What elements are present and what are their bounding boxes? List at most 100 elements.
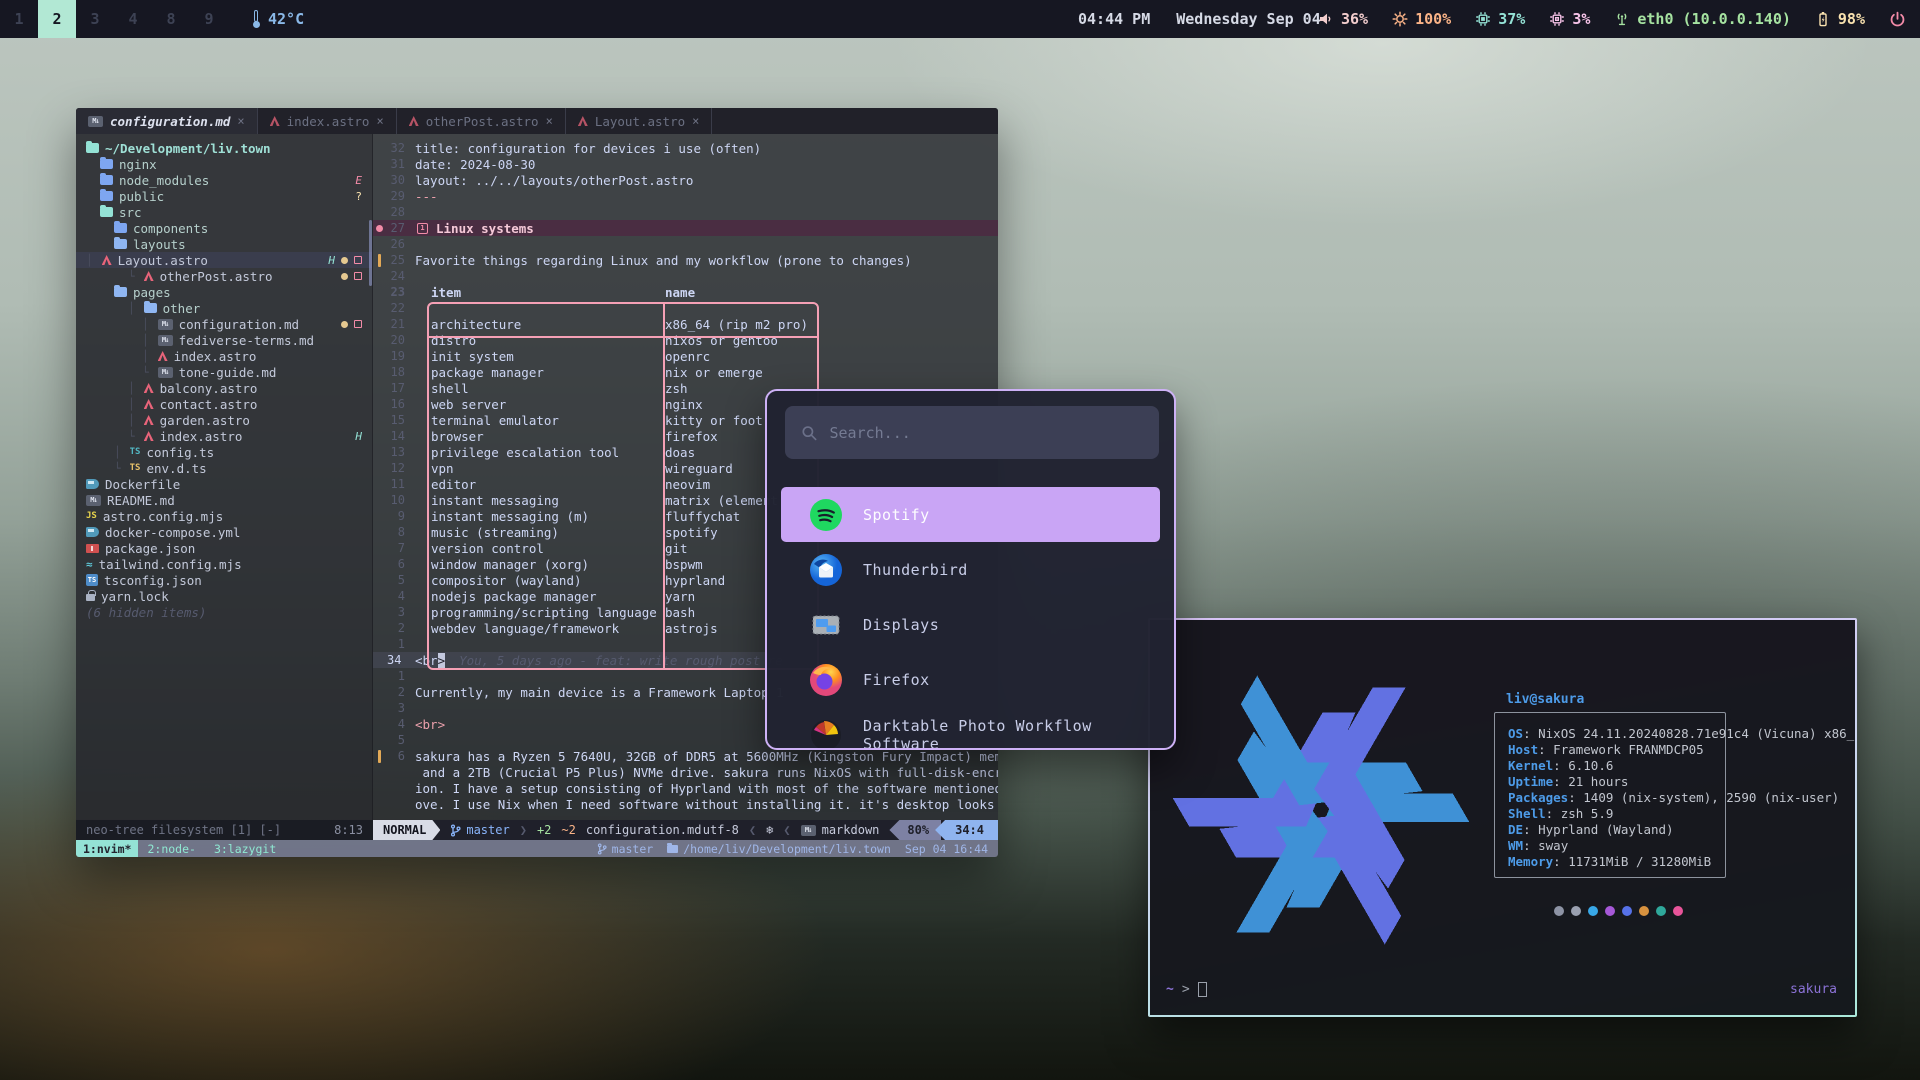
- memory-widget[interactable]: 3%: [1549, 10, 1590, 28]
- workspace-9[interactable]: 9: [190, 0, 228, 38]
- network-widget[interactable]: eth0 (10.0.0.140): [1614, 10, 1791, 28]
- tree-item-balcony-astro[interactable]: balcony.astro: [86, 380, 366, 396]
- workspace-3[interactable]: 3: [76, 0, 114, 38]
- editor-wrapped-line[interactable]: ion. I have a setup consisting of Hyprla…: [373, 780, 998, 796]
- workspace-8[interactable]: 8: [152, 0, 190, 38]
- editor-wrapped-line[interactable]: and a 2TB (Crucial P5 Plus) NVMe drive. …: [373, 764, 998, 780]
- editor-line[interactable]: 31date: 2024-08-30: [373, 156, 998, 172]
- app-label: Darktable Photo Workflow Software: [863, 717, 1160, 749]
- tmux-window-nvim[interactable]: 1:nvim*: [76, 840, 138, 857]
- tmux-window-lazygit[interactable]: 3:lazygit: [205, 842, 285, 856]
- tree-item-index-astro-other[interactable]: index.astro: [86, 348, 366, 364]
- line-text: ove. I use Nix when I need software with…: [415, 797, 998, 812]
- table-row[interactable]: 21architecturex86_64 (rip m2 pro): [373, 316, 998, 332]
- markdown-heading-line[interactable]: 27Linux systems: [373, 220, 998, 236]
- tree-item-node-modules[interactable]: node_modulesE: [86, 172, 366, 188]
- cpu-value: 37%: [1498, 10, 1525, 28]
- tree-scrollbar[interactable]: [369, 220, 372, 286]
- tree-item-public[interactable]: public?: [86, 188, 366, 204]
- tree-item-docker-compose-yml[interactable]: docker-compose.yml: [86, 524, 366, 540]
- tree-item-garden-astro[interactable]: garden.astro: [86, 412, 366, 428]
- tree-item-yarn-lock[interactable]: yarn.lock: [86, 588, 366, 604]
- cpu-widget[interactable]: 37%: [1475, 10, 1525, 28]
- tree-item-layouts[interactable]: layouts: [86, 236, 366, 252]
- table-row[interactable]: 18package managernix or emerge: [373, 364, 998, 380]
- close-icon[interactable]: ×: [237, 114, 244, 128]
- astro-icon: [270, 116, 280, 126]
- table-row[interactable]: 19init systemopenrc: [373, 348, 998, 364]
- tree-item-package-json[interactable]: package.json: [86, 540, 366, 556]
- tree-item-configuration-md[interactable]: configuration.md: [86, 316, 366, 332]
- tab-configuration-md[interactable]: configuration.md ×: [76, 108, 258, 134]
- workspace-4[interactable]: 4: [114, 0, 152, 38]
- tree-item-src[interactable]: src: [86, 204, 366, 220]
- volume-widget[interactable]: 36%: [1318, 10, 1368, 28]
- close-icon[interactable]: ×: [692, 114, 699, 128]
- battery-widget[interactable]: 98%: [1815, 10, 1865, 28]
- workspace-2-active[interactable]: 2: [38, 0, 76, 38]
- markdown-icon: [158, 367, 173, 378]
- tab-index-astro[interactable]: index.astro ×: [258, 108, 397, 134]
- table-header-line[interactable]: 23itemname: [373, 284, 998, 300]
- table-cell-name: openrc: [649, 349, 710, 364]
- line-number: 15: [385, 413, 415, 427]
- tree-item-tsconfig-json[interactable]: TStsconfig.json: [86, 572, 366, 588]
- tree-item-tone-guide-md[interactable]: tone-guide.md: [86, 364, 366, 380]
- editor-wrapped-line[interactable]: ove. I use Nix when I need software with…: [373, 796, 998, 812]
- table-cell-item: window manager (xorg): [415, 557, 649, 572]
- line-text: Favorite things regarding Linux and my w…: [415, 253, 912, 268]
- tmux-window-node[interactable]: 2:node-: [138, 842, 204, 856]
- nix-os-icon: ❄: [766, 823, 773, 837]
- tab-layout-astro[interactable]: Layout.astro ×: [566, 108, 713, 134]
- tab-otherpost-astro[interactable]: otherPost.astro ×: [397, 108, 566, 134]
- tree-item-astro-config-mjs[interactable]: JSastro.config.mjs: [86, 508, 366, 524]
- tree-item-layout-astro[interactable]: Layout.astroH: [76, 252, 372, 268]
- table-cell-name: bspwm: [649, 557, 703, 572]
- markdown-icon: [158, 335, 173, 346]
- table-row[interactable]: 20distronixos or gentoo: [373, 332, 998, 348]
- table-cell-item: web server: [415, 397, 649, 412]
- tree-item-env-d-ts[interactable]: TSenv.d.ts: [86, 460, 366, 476]
- editor-line[interactable]: 28: [373, 204, 998, 220]
- editor-line[interactable]: 25Favorite things regarding Linux and my…: [373, 252, 998, 268]
- editor-line[interactable]: 6sakura has a Ryzen 5 7640U, 32GB of DDR…: [373, 748, 998, 764]
- close-icon[interactable]: ×: [376, 114, 383, 128]
- editor-line[interactable]: 32title: configuration for devices i use…: [373, 140, 998, 156]
- editor-line[interactable]: 29---: [373, 188, 998, 204]
- brightness-widget[interactable]: 100%: [1392, 10, 1451, 28]
- tree-item-dockerfile[interactable]: Dockerfile: [86, 476, 366, 492]
- tree-item-contact-astro[interactable]: contact.astro: [86, 396, 366, 412]
- tree-item-components[interactable]: components: [86, 220, 366, 236]
- line-number: 4: [385, 717, 415, 731]
- tree-item-fediverse-terms-md[interactable]: fediverse-terms.md: [86, 332, 366, 348]
- app-item-spotify[interactable]: Spotify: [781, 487, 1160, 542]
- tree-item-other[interactable]: other: [86, 300, 366, 316]
- lock-icon: [86, 594, 95, 601]
- tree-item-readme-md[interactable]: README.md: [86, 492, 366, 508]
- table-separator-line: 22: [373, 300, 998, 316]
- tree-item-index-astro-pages[interactable]: index.astroH: [86, 428, 366, 444]
- editor-line[interactable]: 30layout: ../../layouts/otherPost.astro: [373, 172, 998, 188]
- search-input[interactable]: [830, 424, 1144, 442]
- tree-item-tailwind-config-mjs[interactable]: ≈tailwind.config.mjs: [86, 556, 366, 572]
- app-item-firefox[interactable]: Firefox: [781, 652, 1160, 707]
- launcher-search-box[interactable]: [785, 406, 1159, 459]
- folder-icon: [100, 175, 113, 185]
- power-button[interactable]: [1889, 11, 1906, 28]
- app-item-displays[interactable]: Displays: [781, 597, 1160, 652]
- tree-item-config-ts[interactable]: TSconfig.ts: [86, 444, 366, 460]
- app-item-darktable[interactable]: Darktable Photo Workflow Software: [781, 707, 1160, 748]
- tree-item-nginx[interactable]: nginx: [86, 156, 366, 172]
- editor-line[interactable]: 26: [373, 236, 998, 252]
- heading-text: Linux systems: [436, 221, 534, 236]
- tree-item-root[interactable]: ~/Development/liv.town: [86, 140, 366, 156]
- tree-item-pages[interactable]: pages: [86, 284, 366, 300]
- workspace-1[interactable]: 1: [0, 0, 38, 38]
- close-icon[interactable]: ×: [546, 114, 553, 128]
- app-item-thunderbird[interactable]: Thunderbird: [781, 542, 1160, 597]
- shell-prompt[interactable]: ~ >: [1166, 982, 1207, 997]
- fetch-terminal-content[interactable]: liv@sakura OSNixOS 24.11.20240828.71e91c…: [1150, 620, 1855, 1015]
- status-bar: 1 2 3 4 8 9 42°C 04:44 PM Wednesday Sep …: [0, 0, 1920, 38]
- tree-item-otherpost-astro[interactable]: otherPost.astro: [86, 268, 366, 284]
- temperature-value: 42°C: [268, 10, 304, 28]
